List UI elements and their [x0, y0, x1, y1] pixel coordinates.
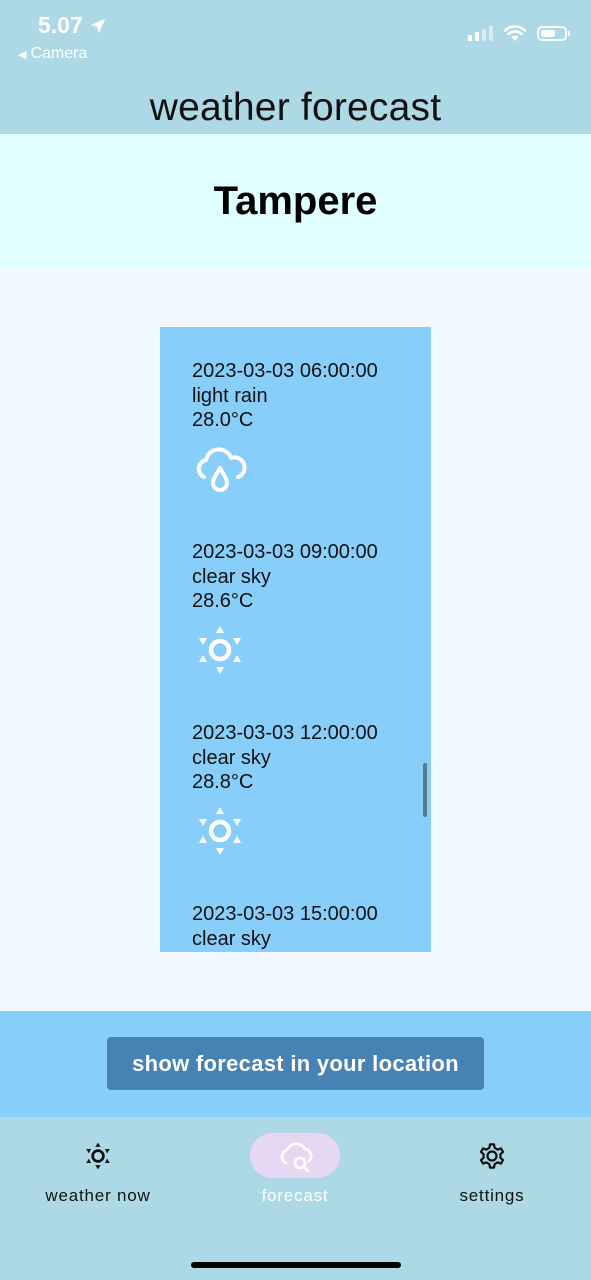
nav-weather-now-pill: [53, 1133, 143, 1178]
cloud-search-icon: [280, 1142, 313, 1172]
back-arrow-icon: ◀: [18, 48, 27, 61]
back-to-camera-label: Camera: [30, 45, 88, 62]
forecast-description: light rain: [192, 384, 268, 407]
location-arrow-icon: [90, 18, 105, 33]
show-local-forecast-button[interactable]: show forecast in your location: [107, 1037, 484, 1090]
nav-settings[interactable]: settings: [412, 1133, 572, 1206]
forecast-description: clear sky: [192, 746, 271, 769]
nav-settings-pill: [447, 1133, 537, 1178]
app-title: weather forecast: [149, 86, 442, 129]
nav-forecast-pill: [250, 1133, 340, 1178]
forecast-description: clear sky: [192, 927, 271, 950]
city-header: Tampere: [0, 134, 591, 268]
forecast-temperature: 28.6°C: [192, 590, 254, 612]
home-indicator[interactable]: [191, 1262, 401, 1268]
forecast-datetime: 2023-03-03 15:00:00: [192, 903, 378, 925]
forecast-item: 2023-03-03 15:00:00 clear sky: [192, 902, 422, 951]
nav-weather-now[interactable]: weather now: [18, 1133, 178, 1206]
gear-icon: [479, 1142, 505, 1169]
signal-icon: [468, 25, 493, 41]
bottom-navigation: weather now forecast settings: [0, 1117, 591, 1280]
forecast-temperature: 28.8°C: [192, 771, 254, 793]
nav-forecast-label: forecast: [261, 1186, 329, 1205]
forecast-temperature: 28.0°C: [192, 409, 254, 431]
nav-forecast[interactable]: forecast: [215, 1133, 375, 1206]
sun-icon: [199, 625, 241, 674]
forecast-list[interactable]: 2023-03-03 06:00:00 light rain 28.0°C 20…: [160, 327, 431, 952]
sun-outline-icon: [86, 1142, 110, 1169]
forecast-datetime: 2023-03-03 12:00:00: [192, 722, 378, 744]
sun-icon: [199, 806, 241, 855]
forecast-scrollbar[interactable]: [423, 763, 427, 817]
status-bar: 5.07 ◀ Camera weather forecast: [0, 0, 591, 134]
rain-cloud-icon: [196, 446, 247, 492]
nav-weather-now-label: weather now: [45, 1186, 151, 1205]
city-name: Tampere: [213, 178, 378, 223]
status-time-text: 5.07: [38, 12, 83, 38]
location-button-bar: show forecast in your location: [0, 1011, 591, 1117]
forecast-datetime: 2023-03-03 09:00:00: [192, 541, 378, 563]
forecast-item: 2023-03-03 12:00:00 clear sky 28.8°C: [192, 721, 422, 864]
forecast-item: 2023-03-03 06:00:00 light rain 28.0°C: [192, 359, 422, 502]
status-icons: [468, 24, 570, 42]
nav-settings-label: settings: [459, 1186, 525, 1205]
forecast-description: clear sky: [192, 565, 271, 588]
battery-icon: [537, 25, 570, 41]
forecast-datetime: 2023-03-03 06:00:00: [192, 360, 378, 382]
forecast-item: 2023-03-03 09:00:00 clear sky 28.6°C: [192, 540, 422, 683]
wifi-icon: [503, 25, 527, 41]
back-to-camera-link[interactable]: ◀ Camera: [18, 45, 87, 63]
status-time: 5.07: [38, 12, 107, 39]
